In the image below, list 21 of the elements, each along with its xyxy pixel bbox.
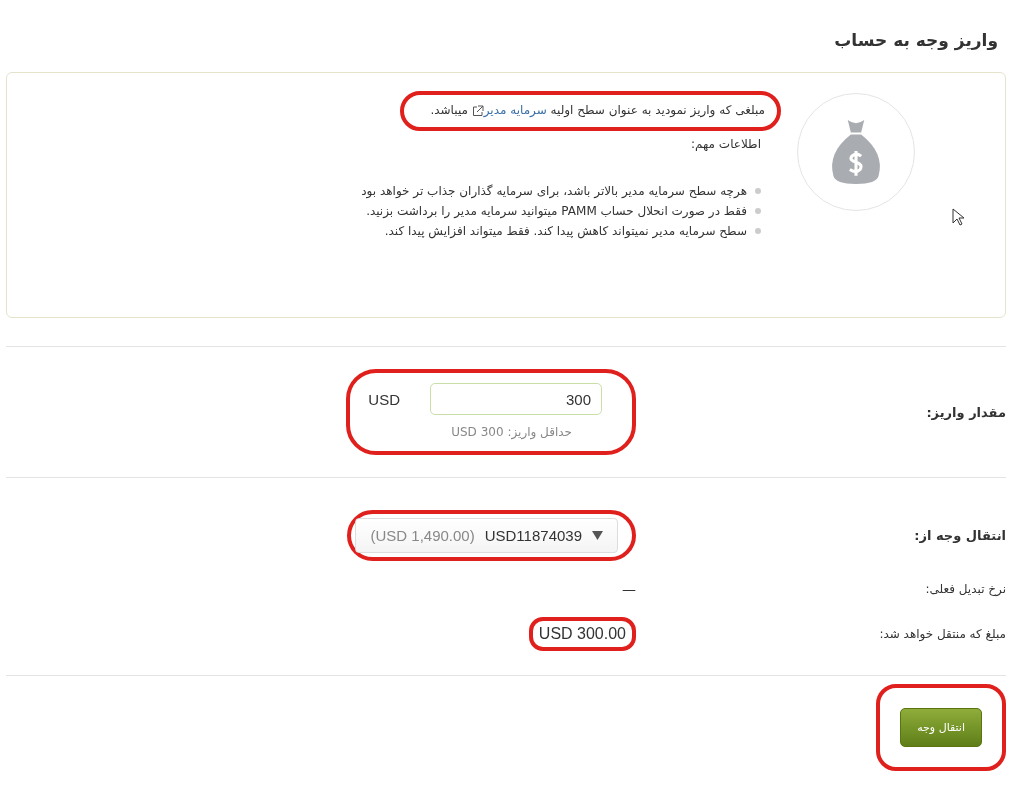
- info-bullet: سطح سرمایه مدیر نمیتواند کاهش پیدا کند. فقط میتواند افزایش پیدا کند.: [361, 221, 761, 241]
- amount-input[interactable]: 300: [430, 383, 602, 415]
- transfer-button[interactable]: انتقال وجه: [900, 708, 982, 747]
- manager-capital-link[interactable]: سرمایه مدیر: [483, 103, 547, 117]
- exchange-rate-label: نرخ تبدیل فعلی:: [924, 582, 1006, 596]
- intro-text: مبلغی که واریز نمودید به عنوان سطح اولیه سرمایه مدیر میباشد.: [430, 103, 765, 117]
- minimum-deposit-hint: حداقل واریز: USD 300: [451, 425, 572, 439]
- account-select[interactable]: (USD 1,490.00) USD11874039: [355, 518, 618, 553]
- external-link-icon: [471, 104, 484, 117]
- exchange-rate-value: —: [622, 581, 636, 597]
- transfer-amount-label: مبلغ که منتقل خواهد شد:: [878, 627, 1006, 641]
- mouse-cursor-icon: [952, 208, 964, 226]
- transfer-amount-value: USD 300.00: [538, 625, 626, 642]
- currency-label: USD: [368, 390, 400, 408]
- page-title: واریز وجه به حساب: [833, 30, 998, 50]
- important-info-heading: اطلاعات مهم:: [691, 137, 761, 151]
- info-bullet: فقط در صورت انحلال حساب PAMM میتوانید سرمایه مدیر را برداشت بزنید.: [361, 201, 761, 221]
- transfer-from-label: انتقال وجه از:: [913, 528, 1006, 543]
- caret-icon: [592, 530, 603, 541]
- info-bullet: هرچه سطح سرمایه مدیر بالاتر باشد، برای سرمایه گذاران جذاب تر خواهد بود: [361, 181, 761, 201]
- deposit-label: مقدار واریز:: [925, 404, 1006, 420]
